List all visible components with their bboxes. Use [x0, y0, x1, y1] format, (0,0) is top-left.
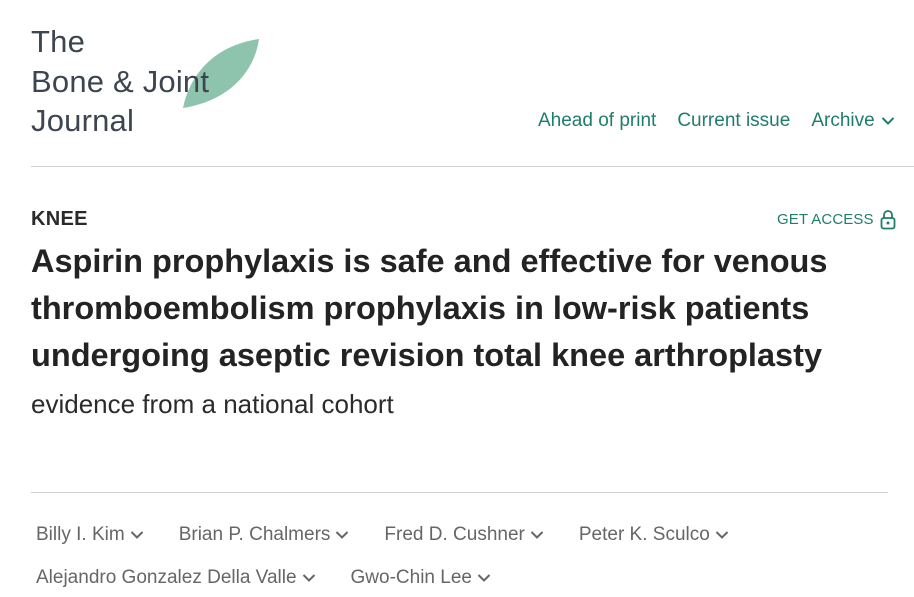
chevron-down-icon — [881, 117, 894, 125]
logo-wordmark: The Bone & Joint Journal — [31, 22, 209, 141]
authors-divider — [31, 492, 888, 493]
journal-logo[interactable]: The Bone & Joint Journal — [31, 22, 271, 138]
chevron-down-icon — [715, 531, 729, 539]
author-item[interactable]: Gwo-Chin Lee — [351, 567, 491, 589]
article-title: Aspirin prophylaxis is safe and effectiv… — [31, 243, 828, 373]
logo-line-1: The — [31, 24, 86, 59]
nav-archive-label: Archive — [811, 110, 875, 131]
get-access-label: GET ACCESS — [777, 211, 874, 228]
logo-line-3: Journal — [31, 103, 135, 138]
lock-icon — [880, 210, 895, 230]
nav-ahead-of-print[interactable]: Ahead of print — [538, 110, 656, 132]
author-item[interactable]: Alejandro Gonzalez Della Valle — [36, 567, 316, 589]
author-name: Gwo-Chin Lee — [350, 567, 472, 588]
get-access-link[interactable]: GET ACCESS — [777, 209, 896, 230]
author-item[interactable]: Fred D. Cushner — [384, 524, 544, 546]
nav-archive[interactable]: Archive — [811, 110, 894, 132]
article-subtitle: evidence from a national cohort — [31, 389, 394, 419]
chevron-down-icon — [477, 574, 491, 582]
logo-line-2: Bone & Joint — [31, 63, 210, 99]
chevron-down-icon — [336, 531, 349, 539]
author-name: Fred D. Cushner — [384, 524, 525, 545]
chevron-down-icon — [530, 531, 544, 539]
section-label: KNEE — [31, 208, 88, 230]
author-item[interactable]: Peter K. Sculco — [579, 524, 729, 546]
nav-current-issue[interactable]: Current issue — [677, 110, 790, 132]
author-item[interactable]: Brian P. Chalmers — [179, 524, 350, 546]
chevron-down-icon — [302, 574, 315, 582]
chevron-down-icon — [130, 531, 143, 539]
author-name: Alejandro Gonzalez Della Valle — [36, 567, 297, 588]
author-row: Billy I. Kim Brian P. Chalmers Fred D. C… — [36, 520, 896, 550]
author-name: Brian P. Chalmers — [178, 524, 331, 545]
author-name: Peter K. Sculco — [578, 524, 710, 545]
author-list: Billy I. Kim Brian P. Chalmers Fred D. C… — [36, 520, 896, 597]
main-nav: Ahead of print Current issue Archive — [538, 110, 895, 132]
author-item[interactable]: Billy I. Kim — [36, 524, 144, 546]
author-name: Billy I. Kim — [36, 524, 125, 545]
author-row: Alejandro Gonzalez Della Valle Gwo-Chin … — [36, 563, 896, 593]
header-divider — [31, 166, 914, 167]
